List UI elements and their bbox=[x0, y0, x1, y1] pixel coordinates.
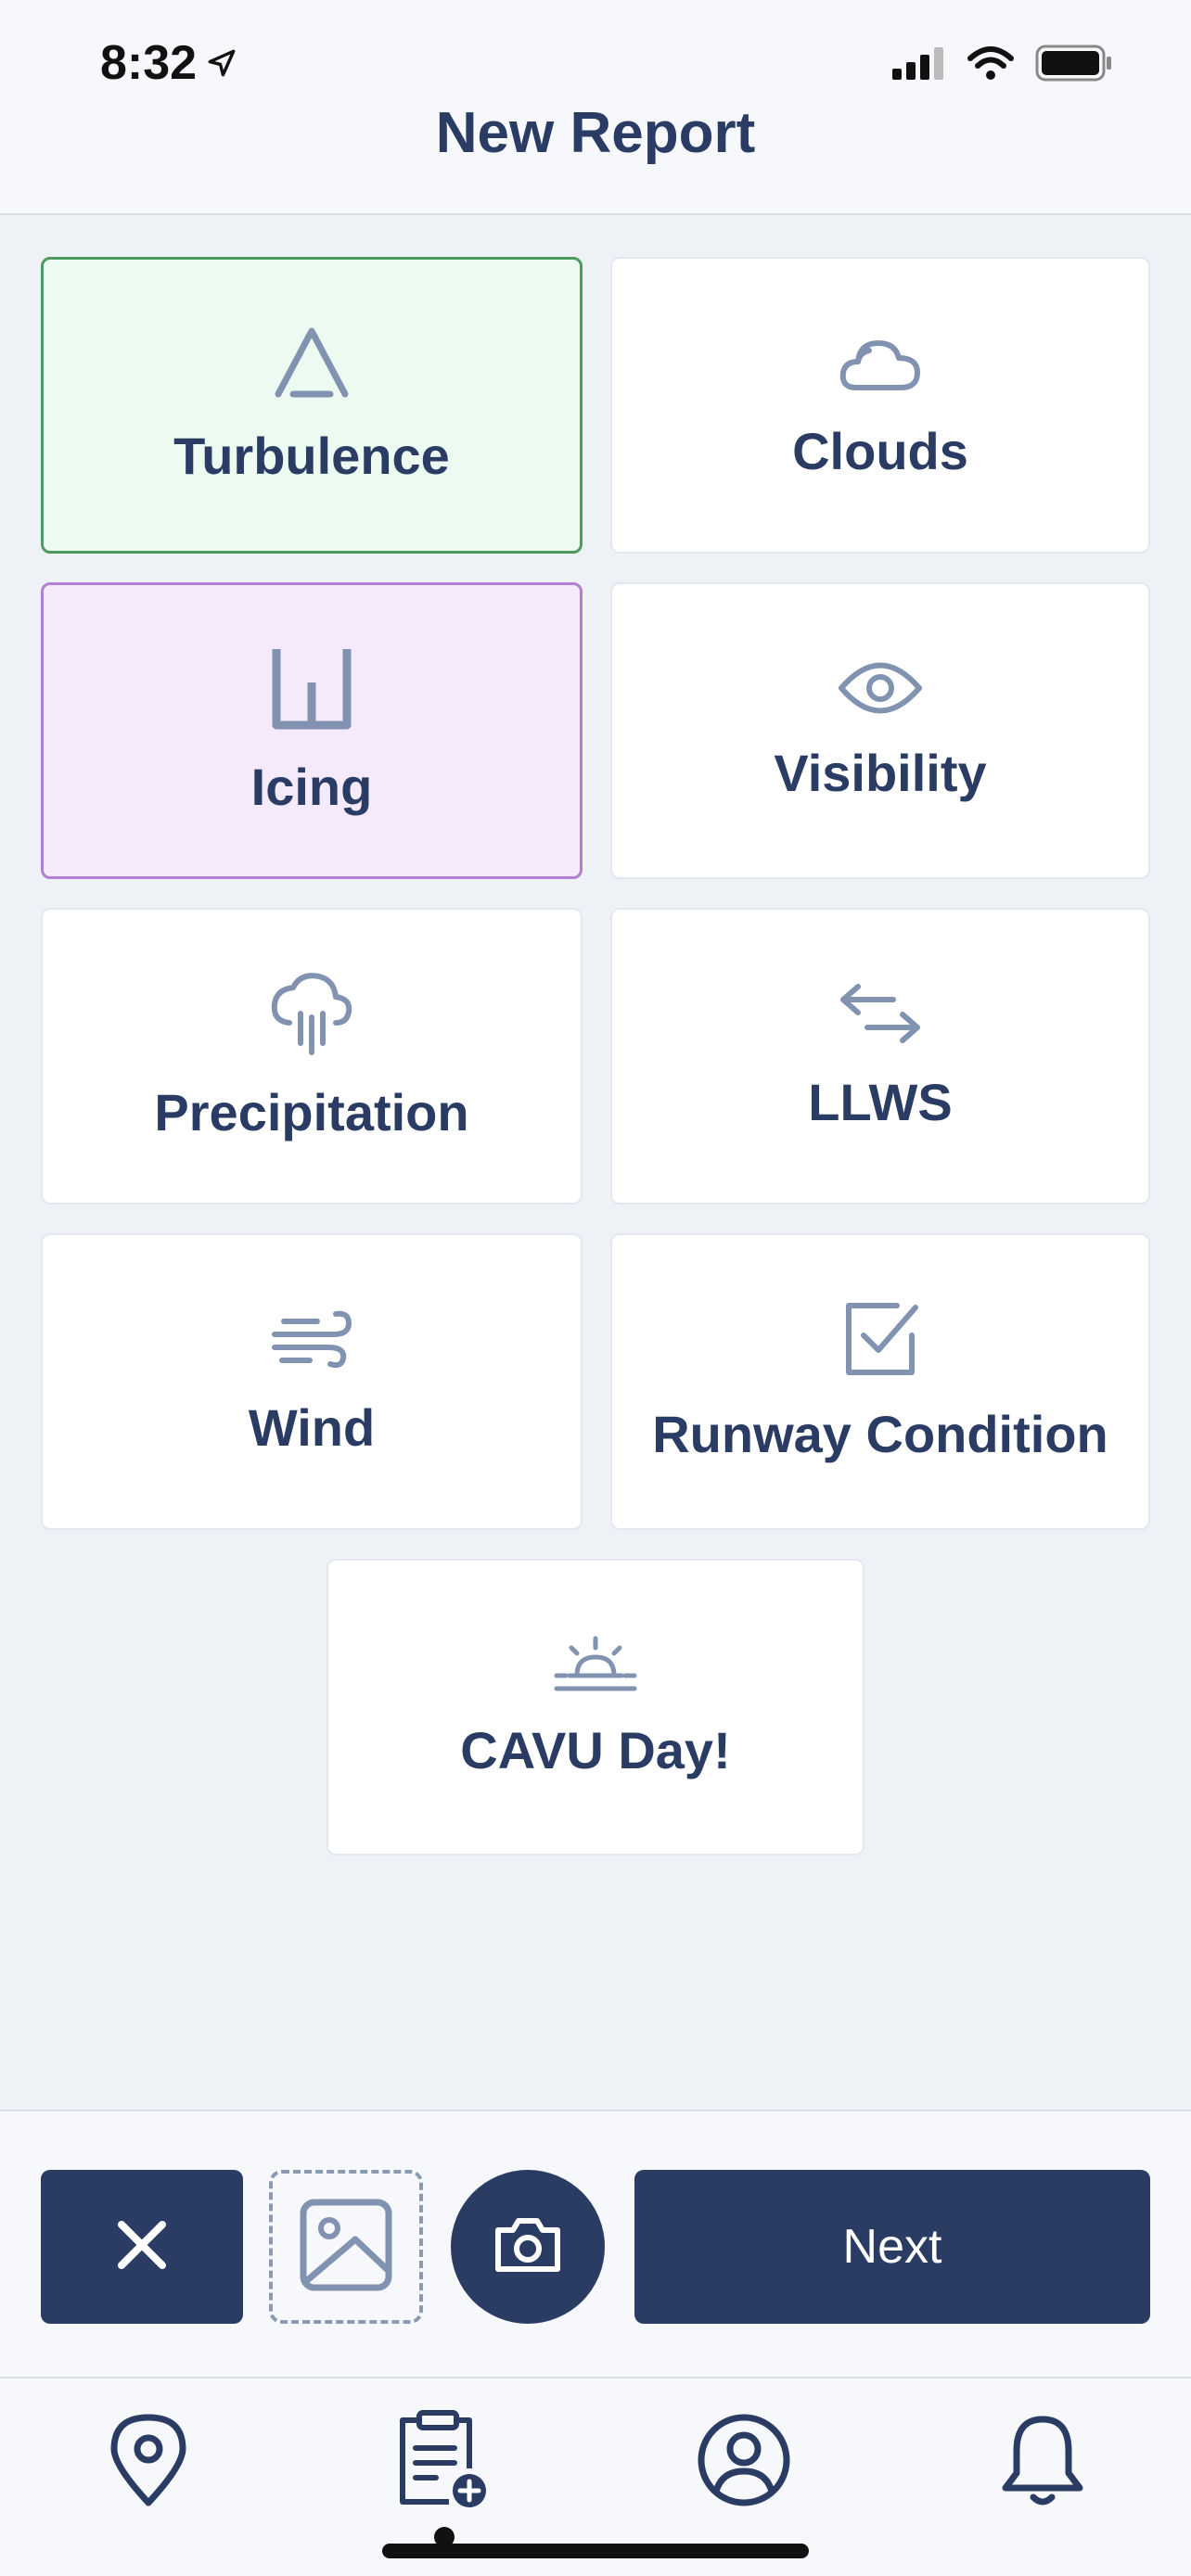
cloud-icon bbox=[838, 330, 923, 395]
user-profile-icon bbox=[696, 2412, 792, 2513]
clipboard-add-icon bbox=[395, 2409, 492, 2516]
icing-icon bbox=[269, 645, 354, 731]
tab-profile[interactable] bbox=[688, 2406, 800, 2518]
home-indicator[interactable] bbox=[382, 2544, 809, 2558]
checkbox-icon bbox=[841, 1300, 919, 1378]
category-visibility[interactable]: Visibility bbox=[610, 582, 1150, 879]
tab-map[interactable] bbox=[93, 2406, 204, 2518]
status-time-text: 8:32 bbox=[100, 36, 198, 90]
wind-icon bbox=[269, 1307, 354, 1371]
arrows-left-right-icon bbox=[838, 981, 923, 1046]
status-time: 8:32 bbox=[100, 35, 237, 91]
new-report-screen: 8:32 New Report Turbulence Clouds Icing … bbox=[0, 0, 1191, 2576]
rain-cloud-icon bbox=[269, 971, 354, 1056]
location-arrow-icon bbox=[206, 35, 237, 91]
category-cavu-day[interactable]: CAVU Day! bbox=[327, 1559, 864, 1855]
category-label: Visibility bbox=[774, 743, 987, 802]
tab-notifications[interactable] bbox=[987, 2406, 1098, 2518]
category-label: Precipitation bbox=[154, 1082, 469, 1141]
category-icing[interactable]: Icing bbox=[41, 582, 583, 879]
status-icons bbox=[890, 45, 1113, 86]
cancel-button[interactable] bbox=[41, 2170, 243, 2324]
wifi-icon bbox=[967, 45, 1015, 85]
category-label: CAVU Day! bbox=[460, 1720, 731, 1779]
category-label: LLWS bbox=[808, 1072, 953, 1131]
location-pin-icon bbox=[107, 2412, 190, 2513]
category-label: Clouds bbox=[792, 421, 968, 480]
action-bar: Next bbox=[0, 2110, 1191, 2378]
attach-image-button[interactable] bbox=[269, 2170, 423, 2324]
tab-bar bbox=[0, 2378, 1191, 2576]
category-clouds[interactable]: Clouds bbox=[610, 257, 1150, 554]
category-label: Runway Condition bbox=[652, 1404, 1108, 1463]
header-bar: 8:32 New Report bbox=[0, 0, 1191, 215]
category-label: Wind bbox=[248, 1397, 376, 1457]
battery-icon bbox=[1035, 45, 1113, 86]
category-precipitation[interactable]: Precipitation bbox=[41, 908, 583, 1205]
category-label: Icing bbox=[250, 757, 373, 816]
camera-icon bbox=[493, 2215, 563, 2279]
close-icon bbox=[116, 2219, 168, 2276]
category-llws[interactable]: LLWS bbox=[610, 908, 1150, 1205]
cellular-signal-icon bbox=[890, 46, 946, 84]
category-wind[interactable]: Wind bbox=[41, 1233, 583, 1530]
tab-new-report[interactable] bbox=[388, 2406, 499, 2518]
bell-icon bbox=[998, 2412, 1087, 2513]
image-icon bbox=[298, 2197, 394, 2298]
category-label: Turbulence bbox=[173, 426, 450, 485]
category-turbulence[interactable]: Turbulence bbox=[41, 257, 583, 554]
camera-button[interactable] bbox=[451, 2170, 605, 2324]
next-button[interactable]: Next bbox=[634, 2170, 1150, 2324]
turbulence-icon bbox=[269, 325, 354, 400]
sunrise-icon bbox=[553, 1635, 638, 1694]
eye-icon bbox=[838, 659, 923, 717]
page-title: New Report bbox=[435, 101, 756, 165]
category-runway-condition[interactable]: Runway Condition bbox=[610, 1233, 1150, 1530]
